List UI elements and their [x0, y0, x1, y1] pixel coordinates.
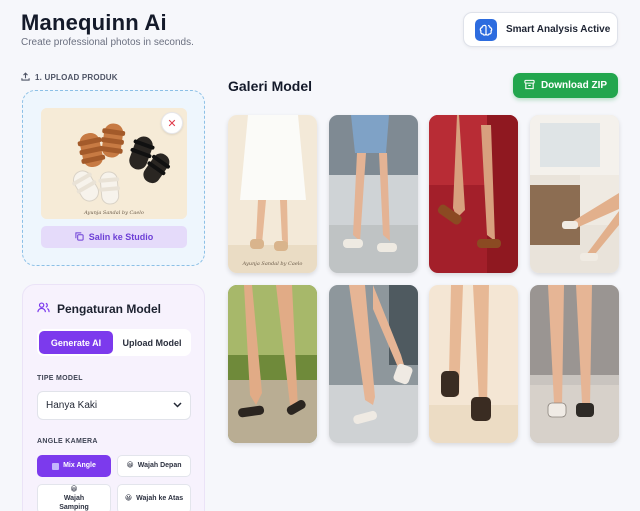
copy-icon: [75, 231, 84, 243]
mix-angle-icon: [52, 462, 60, 470]
upload-icon: [21, 72, 30, 83]
angle-front-face-label: Wajah Depan: [137, 461, 182, 469]
smart-analysis-label: Smart Analysis Active: [506, 24, 611, 35]
gallery-image-3[interactable]: [429, 115, 518, 273]
upload-section-label: 1. UPLOAD PRODUK: [21, 72, 118, 83]
gallery-image-8[interactable]: [530, 285, 619, 443]
angle-side-face-label: Wajah Samping: [59, 495, 89, 511]
gallery-image-5[interactable]: [228, 285, 317, 443]
upload-dropzone[interactable]: Ayunja Sandal by Caelo ✕ Salin ke Studio: [22, 90, 205, 266]
face-emoji-icon: 😀: [126, 461, 134, 469]
remove-image-button[interactable]: ✕: [161, 112, 183, 134]
model-settings-panel: Pengaturan Model Generate AI Upload Mode…: [22, 284, 205, 511]
download-zip-button[interactable]: Download ZIP: [513, 73, 618, 98]
angle-front-face-button[interactable]: 😀 Wajah Depan: [117, 455, 191, 477]
angle-up-face-button[interactable]: 😀 Wajah ke Atas: [117, 484, 191, 511]
tab-generate-ai[interactable]: Generate AI: [39, 331, 113, 354]
camera-angle-label: ANGLE KAMERA: [37, 438, 98, 445]
chevron-down-icon: [173, 400, 182, 411]
archive-icon: [524, 79, 535, 93]
close-icon: ✕: [167, 117, 177, 130]
angle-up-face-label: Wajah ke Atas: [136, 494, 184, 502]
angle-side-face-button[interactable]: 😀 Wajah Samping: [37, 484, 111, 511]
model-source-tabs: Generate AI Upload Model: [37, 329, 191, 356]
gallery-image-1-caption: Ayunja Sandal by Caelo: [242, 261, 303, 267]
download-zip-label: Download ZIP: [540, 80, 608, 91]
copy-to-studio-button[interactable]: Salin ke Studio: [41, 226, 187, 248]
brain-icon: [475, 18, 497, 41]
users-icon: [37, 301, 50, 317]
upload-label-text: 1. UPLOAD PRODUK: [35, 73, 118, 82]
copy-to-studio-label: Salin ke Studio: [88, 232, 154, 242]
gallery-image-4[interactable]: [530, 115, 619, 273]
face-emoji-icon: 😀: [124, 494, 133, 502]
preview-caption: Ayunja Sandal by Caelo: [84, 210, 144, 216]
face-emoji-icon: 😀: [70, 485, 78, 493]
gallery-image-1[interactable]: Ayunja Sandal by Caelo: [228, 115, 317, 273]
gallery-image-2[interactable]: [329, 115, 418, 273]
settings-title-text: Pengaturan Model: [57, 302, 162, 316]
angle-mix-button[interactable]: Mix Angle: [37, 455, 111, 477]
gallery-image-6[interactable]: [329, 285, 418, 443]
model-type-value: Hanya Kaki: [46, 400, 98, 411]
smart-analysis-badge[interactable]: Smart Analysis Active: [463, 12, 618, 47]
app-subtitle: Create professional photos in seconds.: [21, 37, 194, 48]
app-title: Manequinn Ai: [21, 10, 167, 35]
tab-upload-model[interactable]: Upload Model: [115, 331, 189, 354]
gallery-image-7[interactable]: [429, 285, 518, 443]
model-type-select[interactable]: Hanya Kaki: [37, 391, 191, 420]
settings-title: Pengaturan Model: [37, 301, 161, 317]
model-type-label: TIPE MODEL: [37, 375, 83, 382]
angle-mix-label: Mix Angle: [63, 461, 96, 469]
gallery-title: Galeri Model: [228, 78, 313, 94]
